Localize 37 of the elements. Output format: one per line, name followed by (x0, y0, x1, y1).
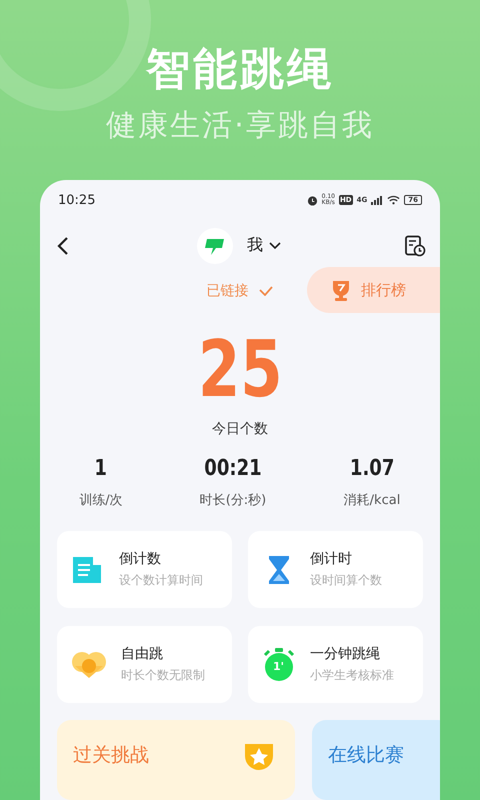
mode-title: 自由跳 (121, 645, 164, 664)
stat-label: 时长(分:秒) (200, 492, 266, 510)
history-button[interactable] (404, 234, 426, 257)
wifi-icon (387, 195, 400, 206)
challenge-title: 在线比赛 (328, 743, 404, 768)
mode-title: 倒计时 (310, 550, 353, 568)
app-logo (197, 228, 233, 264)
connection-status: 已链接 (206, 282, 272, 300)
mode-card[interactable]: 倒计时 设时间算个数 (248, 531, 423, 608)
minute-label: 1' (273, 660, 284, 673)
mode-card[interactable]: 1' 一分钟跳绳 小学生考核标准 (248, 626, 423, 704)
mode-card[interactable]: 倒计数 设个数计算时间 (57, 531, 232, 608)
signal-icon (371, 196, 384, 205)
mode-description: 小学生考核标准 (310, 667, 394, 684)
stat-value: 1 (94, 456, 108, 482)
app-title: 智能跳绳 (146, 43, 334, 97)
stat-label: 训练/次 (79, 492, 123, 510)
mode-description: 设时间算个数 (310, 572, 382, 590)
stat-value: 1.07 (350, 456, 394, 482)
chevron-down-icon (269, 242, 281, 250)
mode-description: 时长个数无限制 (121, 667, 205, 684)
app-slogan: 健康生活·享跳自我 (106, 107, 374, 145)
today-count-label: 今日个数 (212, 420, 268, 438)
trophy-icon (331, 279, 351, 302)
today-count: 25 (198, 324, 282, 416)
mode-description: 设个数计算时间 (119, 572, 203, 590)
status-time: 10:25 (58, 192, 96, 208)
user-dropdown[interactable]: 我 (247, 235, 281, 256)
alarm-icon (306, 194, 318, 206)
stat-value: 00:21 (204, 456, 262, 482)
mode-card[interactable]: 自由跳 时长个数无限制 (57, 626, 232, 704)
mode-title: 一分钟跳绳 (310, 645, 381, 664)
challenge-title: 过关挑战 (73, 743, 149, 768)
heart-icon (71, 650, 107, 680)
stat-label: 消耗/kcal (344, 492, 400, 510)
mode-title: 倒计数 (119, 550, 162, 568)
stopwatch-icon (262, 646, 296, 683)
